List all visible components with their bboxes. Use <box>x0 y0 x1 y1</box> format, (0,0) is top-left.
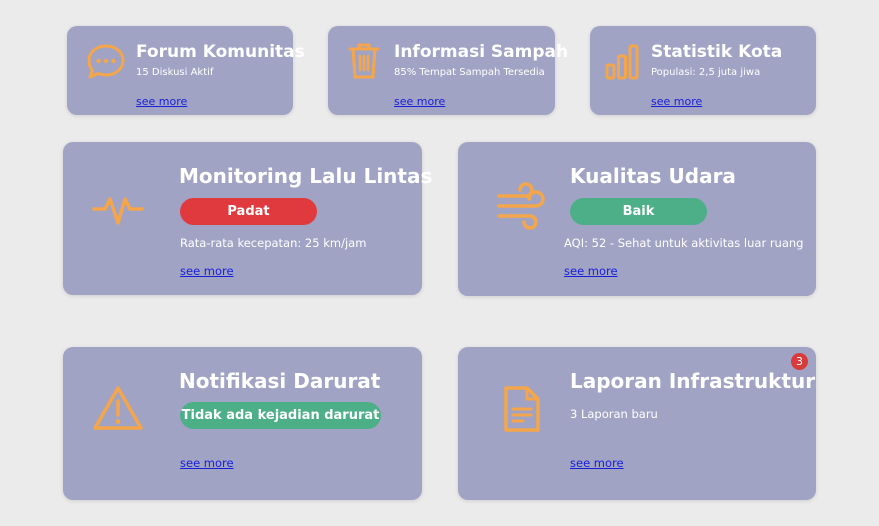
card-title: Notifikasi Darurat <box>179 369 381 393</box>
card-detail: Rata-rata kecepatan: 25 km/jam <box>180 236 367 250</box>
card-subtitle: 15 Diskusi Aktif <box>136 67 214 78</box>
card-kualitas-udara: Kualitas Udara Baik AQI: 52 - Sehat untu… <box>458 142 816 296</box>
card-title: Forum Komunitas <box>136 42 305 62</box>
status-badge: Padat <box>180 198 317 225</box>
see-more-link[interactable]: see more <box>394 95 445 108</box>
warning-icon <box>92 384 144 432</box>
card-informasi-sampah: Informasi Sampah 85% Tempat Sampah Terse… <box>328 26 568 115</box>
card-statistik-kota: Statistik Kota Populasi: 2,5 juta jiwa s… <box>590 26 816 115</box>
bar-chart-icon <box>604 43 640 81</box>
status-badge: Tidak ada kejadian darurat <box>180 402 381 429</box>
notification-count-badge: 3 <box>791 353 808 370</box>
see-more-link[interactable]: see more <box>564 264 618 278</box>
see-more-link[interactable]: see more <box>180 264 234 278</box>
card-title: Laporan Infrastruktur <box>570 369 816 393</box>
card-monitoring-lalu-lintas: Monitoring Lalu Lintas Padat Rata-rata k… <box>63 142 432 295</box>
card-forum-komunitas: Forum Komunitas 15 Diskusi Aktif see mor… <box>67 26 305 115</box>
see-more-link[interactable]: see more <box>651 95 702 108</box>
card-title: Statistik Kota <box>651 42 783 62</box>
status-badge: Baik <box>570 198 707 225</box>
card-detail: AQI: 52 - Sehat untuk aktivitas luar rua… <box>564 236 804 250</box>
card-laporan-infrastruktur: Laporan Infrastruktur 3 Laporan baru see… <box>458 347 816 500</box>
document-icon <box>501 383 543 435</box>
chat-bubble-icon <box>86 43 126 81</box>
card-title: Kualitas Udara <box>570 164 736 188</box>
card-title: Monitoring Lalu Lintas <box>179 164 433 188</box>
card-notifikasi-darurat: Notifikasi Darurat Tidak ada kejadian da… <box>63 347 422 500</box>
card-detail: 3 Laporan baru <box>570 407 658 421</box>
pulse-icon <box>92 187 144 229</box>
trash-icon <box>347 41 381 81</box>
card-subtitle: Populasi: 2,5 juta jiwa <box>651 67 761 78</box>
card-subtitle: 85% Tempat Sampah Tersedia <box>394 67 545 78</box>
see-more-link[interactable]: see more <box>180 456 234 470</box>
wind-icon <box>496 182 550 230</box>
card-title: Informasi Sampah <box>394 42 569 62</box>
see-more-link[interactable]: see more <box>570 456 624 470</box>
see-more-link[interactable]: see more <box>136 95 187 108</box>
